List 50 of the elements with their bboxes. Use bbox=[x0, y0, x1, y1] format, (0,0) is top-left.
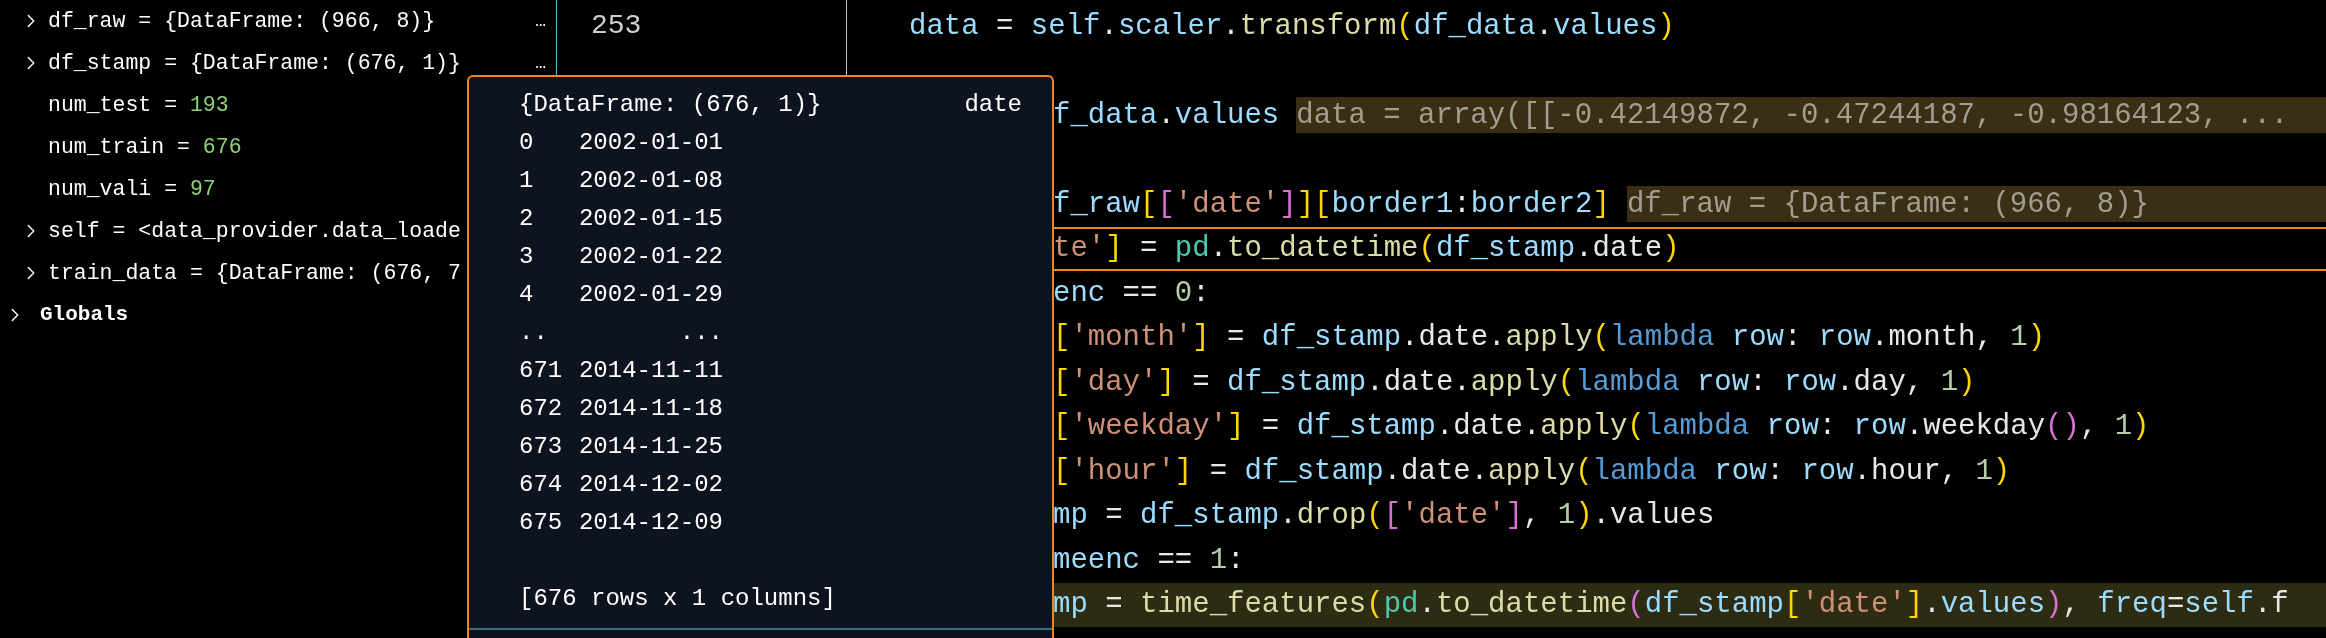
row-index: 672 bbox=[519, 394, 564, 424]
code-line: ['day'] = df_stamp.date.apply(lambda row: row.day, 1) bbox=[1053, 364, 1976, 401]
code-line: enc == 0: bbox=[1053, 275, 1210, 312]
row-index: 0 bbox=[519, 128, 535, 158]
code-line: ['hour'] = df_stamp.date.apply(lambda row: row.hour, 1) bbox=[1053, 453, 2011, 490]
code-line: te'] = pd.to_datetime(df_stamp.date) bbox=[1053, 231, 1680, 267]
inline-value-hint: data = array([[-0.42149872, -0.47244187, -0.98164123, ... bbox=[1296, 97, 2326, 134]
line-number: 253 bbox=[591, 9, 642, 44]
code-line: mp = time_features(pd.to_datetime(df_stamp['date'].values), freq=self.f bbox=[1053, 587, 2289, 623]
row-index: 4 bbox=[519, 280, 535, 310]
row-index: 675 bbox=[519, 508, 564, 538]
table-cell-text: 2014-12-09 bbox=[577, 508, 723, 538]
tooltip-header: {DataFrame: (676, 1)} bbox=[519, 90, 822, 120]
row-index: .. bbox=[519, 318, 549, 348]
table-cell-text: 2014-11-25 bbox=[577, 432, 723, 462]
code-line: ['weekday'] = df_stamp.date.apply(lambda row: row.weekday(), 1) bbox=[1053, 409, 2150, 445]
table-cell-text: 2002-01-01 bbox=[577, 128, 723, 158]
row-index: 673 bbox=[519, 432, 564, 462]
code-line: f_raw[['date']][border1:border2] bbox=[1053, 186, 1610, 223]
variable-entry: num_vali = 97 bbox=[48, 175, 216, 203]
row-index: 3 bbox=[519, 242, 535, 272]
more-button[interactable]: … bbox=[535, 49, 546, 77]
row-index: 1 bbox=[519, 166, 535, 196]
group-label[interactable]: Globals bbox=[40, 299, 129, 331]
row-index: 671 bbox=[519, 356, 564, 386]
variable-entry: num_train = 676 bbox=[48, 133, 242, 161]
code-line: mp = df_stamp.drop(['date'], 1).values bbox=[1053, 498, 1715, 534]
row-index: 674 bbox=[519, 470, 564, 500]
code-line: f_data.values bbox=[1053, 97, 1280, 134]
variable-entry: self = <data_provider.data_loade bbox=[48, 217, 461, 245]
table-cell-text: 2002-01-29 bbox=[577, 280, 723, 310]
table-cell-text: ... bbox=[678, 318, 723, 348]
table-cell-text: 2002-01-22 bbox=[577, 242, 723, 272]
more-button[interactable]: … bbox=[535, 7, 546, 35]
variable-entry: df_stamp = {DataFrame: (676, 1)} bbox=[48, 49, 461, 77]
table-cell-text: 2014-11-18 bbox=[577, 394, 723, 424]
table-cell-text: 2002-01-08 bbox=[577, 166, 723, 196]
table-cell-text: 2014-11-11 bbox=[577, 356, 723, 386]
variable-entry: num_test = 193 bbox=[48, 91, 229, 119]
variable-entry: df_raw = {DataFrame: (966, 8)} bbox=[48, 7, 436, 35]
row-index: 2 bbox=[519, 204, 535, 234]
table-cell-text: 2014-12-02 bbox=[577, 470, 723, 500]
column-header: date bbox=[964, 90, 1022, 120]
code-line: data = self.scaler.transform(df_data.values) bbox=[909, 8, 1675, 45]
inline-value-hint: df_raw = {DataFrame: (966, 8)} bbox=[1626, 186, 2326, 223]
code-line: ['month'] = df_stamp.date.apply(lambda row: row.month, 1) bbox=[1053, 320, 2046, 356]
table-summary: [676 rows x 1 columns] bbox=[519, 584, 836, 614]
code-line: meenc == 1: bbox=[1053, 542, 1245, 579]
table-cell-text: 2002-01-15 bbox=[577, 204, 723, 234]
variable-entry: train_data = {DataFrame: (676, 7 bbox=[48, 259, 461, 287]
